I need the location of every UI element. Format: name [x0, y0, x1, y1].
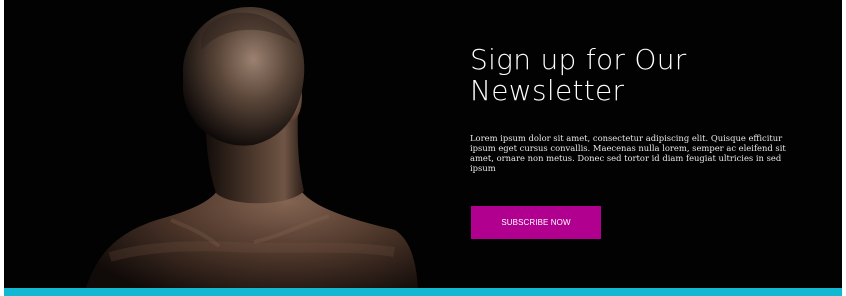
man-back-photo	[4, 0, 464, 288]
title-line-2: Newsletter	[470, 74, 625, 107]
newsletter-title: Sign up for Our Newsletter	[470, 44, 800, 106]
page-frame: Sign up for Our Newsletter Lorem ipsum d…	[0, 0, 846, 296]
hero-photo	[4, 0, 464, 288]
title-line-1: Sign up for Our	[470, 43, 687, 76]
newsletter-hero: Sign up for Our Newsletter Lorem ipsum d…	[4, 0, 842, 288]
subscribe-now-button[interactable]: SUBSCRIBE NOW	[471, 206, 601, 239]
newsletter-description: Lorem ipsum dolor sit amet, consectetur …	[470, 133, 786, 173]
accent-bar	[4, 288, 842, 296]
newsletter-content: Sign up for Our Newsletter Lorem ipsum d…	[470, 44, 800, 173]
